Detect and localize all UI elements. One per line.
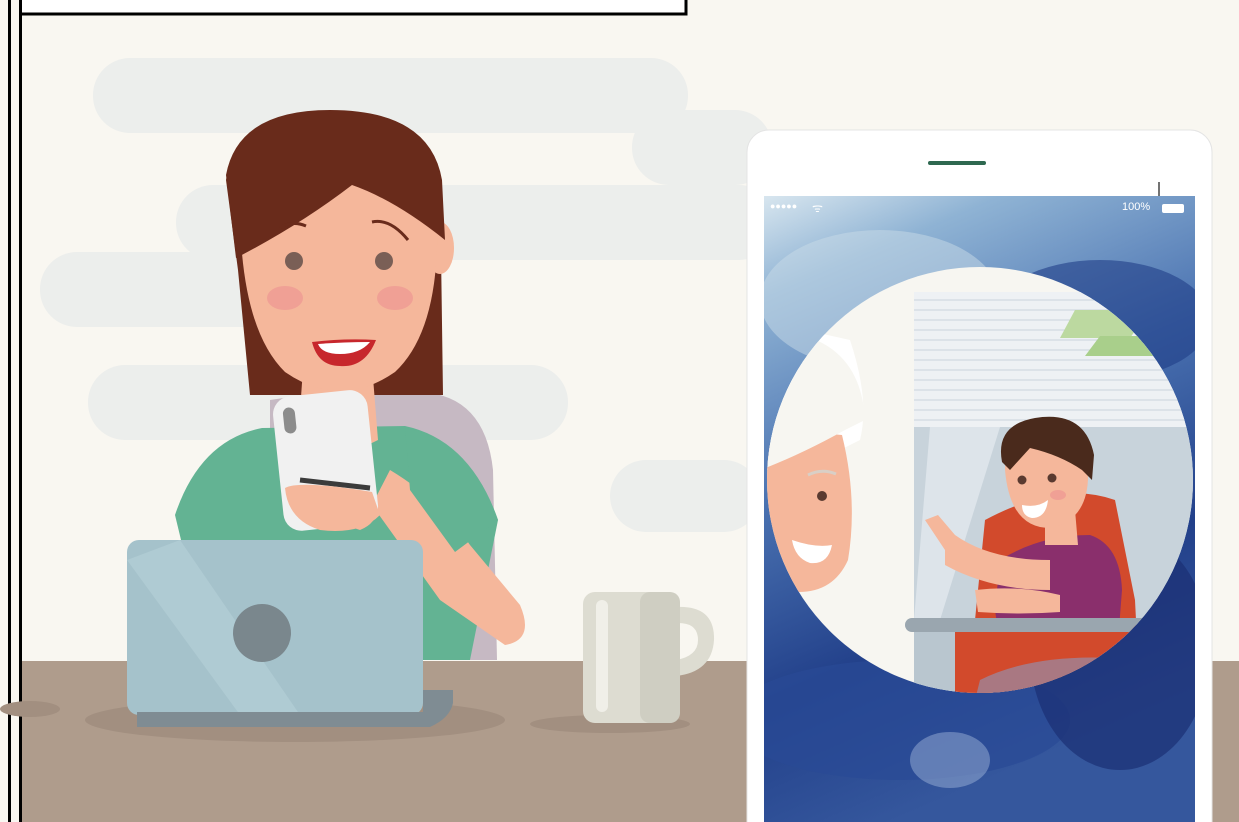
mug-highlight [596, 600, 608, 712]
woman-eye-right [375, 252, 393, 270]
phone-speaker-indicator [928, 161, 986, 165]
battery-icon [1162, 204, 1184, 213]
grandma-eye [817, 491, 827, 501]
cloud [610, 460, 760, 532]
wifi-icon: ᯤ [812, 201, 823, 215]
video-call-illustration [0, 0, 1239, 822]
desk-shadow [0, 701, 60, 717]
mug-shade [640, 592, 680, 723]
laptop [127, 540, 453, 727]
screen-blur [910, 732, 990, 788]
video-call-phone [746, 129, 1213, 822]
woman-cheek-right [377, 286, 413, 310]
laptop-logo [233, 604, 291, 662]
status-signal-dots: ●●●●● [770, 201, 798, 211]
boy-cheek [1050, 490, 1066, 500]
handheld-phone [273, 390, 380, 531]
caption-box [19, 0, 688, 16]
illustration-canvas: ●●●●● ᯤ 100% [0, 0, 1239, 822]
boy-eye-left [1017, 475, 1027, 485]
woman-cheek-left [267, 286, 303, 310]
boy-eye-right [1047, 473, 1057, 483]
woman-eye-left [285, 252, 303, 270]
battery-percentage: 100% [1122, 201, 1151, 213]
